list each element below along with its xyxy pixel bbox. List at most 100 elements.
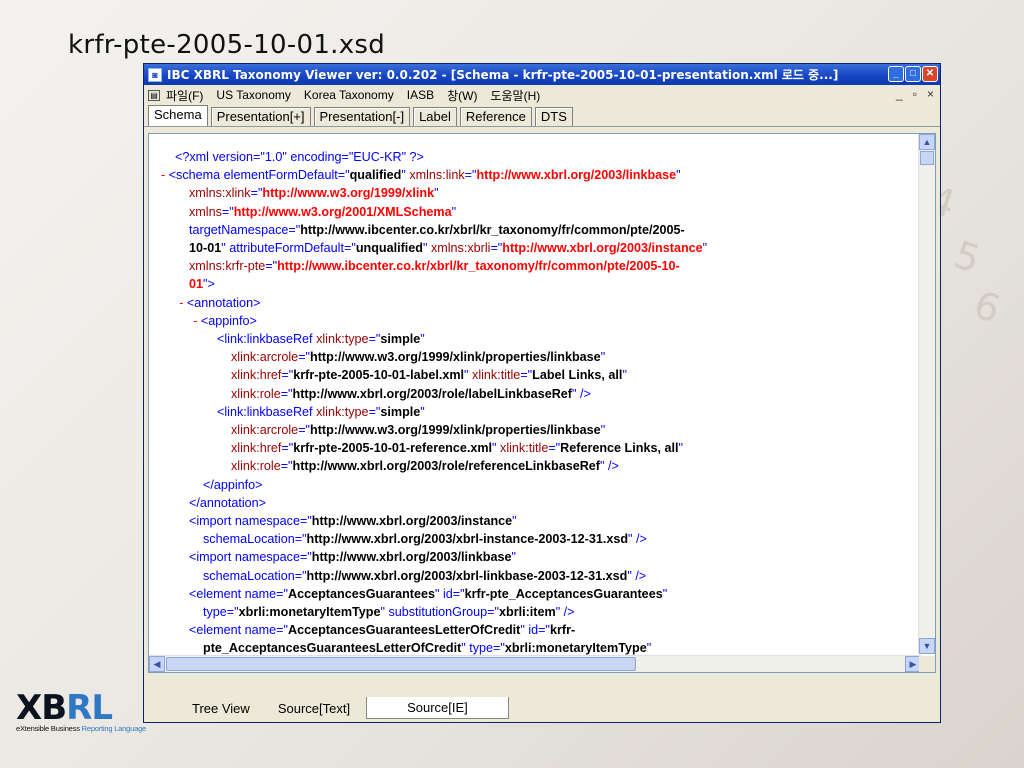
xml-line: <import namespace="http://www.xbrl.org/2… <box>161 512 891 530</box>
document-icon[interactable]: ▤ <box>148 89 160 101</box>
xml-source-view[interactable]: <?xml version="1.0" encoding="EUC-KR" ?>… <box>148 133 936 673</box>
xml-line: - <annotation> <box>161 294 891 312</box>
scroll-left-button[interactable]: ◀ <box>149 656 165 672</box>
menu-window[interactable]: 창(W) <box>447 87 477 104</box>
tab-presentation-plus[interactable]: Presentation[+] <box>210 107 311 126</box>
title-bar[interactable]: ◙ IBC XBRL Taxonomy Viewer ver: 0.0.202 … <box>144 64 940 85</box>
maximize-button[interactable]: □ <box>905 66 921 82</box>
xml-token: AcceptancesGuaranteesLetterOfCredit <box>288 623 521 638</box>
tab-tree-view[interactable]: Tree View <box>148 699 262 718</box>
xml-token: " <box>512 514 517 529</box>
xml-token: schemaLocation=" <box>203 532 307 547</box>
xml-token: krfr-pte-2005-10-01-label.xml <box>293 368 465 383</box>
xml-line: schemaLocation="http://www.xbrl.org/2003… <box>161 567 891 585</box>
menu-help[interactable]: 도움말(H) <box>490 87 540 104</box>
xml-line: type="xbrli:monetaryItemType" substituti… <box>161 603 891 621</box>
mdi-close-button[interactable]: × <box>927 87 934 101</box>
xml-line: xmlns="http://www.w3.org/2001/XMLSchema" <box>161 203 891 221</box>
window-title: IBC XBRL Taxonomy Viewer ver: 0.0.202 - … <box>167 68 839 82</box>
minimize-button[interactable]: _ <box>888 66 904 82</box>
xml-token: <import namespace=" <box>189 514 312 529</box>
xml-token: xlink:title <box>472 368 521 383</box>
xml-line: <element name="AcceptancesGuarantees" id… <box>161 585 891 603</box>
xml-token: Label Links, all <box>532 368 623 383</box>
xml-line: xlink:role="http://www.xbrl.org/2003/rol… <box>161 457 891 475</box>
menu-iasb[interactable]: IASB <box>407 88 434 102</box>
xml-token: " /> <box>600 459 619 474</box>
xml-token: xmlns:link <box>409 168 465 183</box>
xml-token: http://www.ibcenter.co.kr/xbrl/kr_taxono… <box>300 222 685 237</box>
xml-token: " id=" <box>520 623 550 638</box>
xml-token: xmlns:xbrli <box>430 241 491 256</box>
app-window: ◙ IBC XBRL Taxonomy Viewer ver: 0.0.202 … <box>143 63 941 723</box>
xml-token: " /> <box>627 568 647 583</box>
xml-line: xlink:arcrole="http://www.w3.org/1999/xl… <box>161 421 891 439</box>
xml-token: http://www.w3.org/1999/xlink/properties/… <box>310 423 601 438</box>
xml-token: " type=" <box>461 641 505 656</box>
mdi-restore-button[interactable]: ▫ <box>913 87 917 101</box>
xml-token: xbrli:monetaryItemType <box>238 605 381 620</box>
horizontal-scrollbar[interactable]: ◀ ▶ <box>149 655 921 672</box>
xml-token: " <box>451 204 457 219</box>
xml-token[interactable]: - <box>179 296 187 310</box>
xml-token: =" <box>464 168 477 183</box>
xml-line: </annotation> <box>161 494 891 512</box>
tab-source-text[interactable]: Source[Text] <box>266 699 362 718</box>
xml-token: http://www.xbrl.org/2003/xbrl-linkbase-2… <box>306 568 628 583</box>
xml-line: targetNamespace="http://www.ibcenter.co.… <box>161 221 891 239</box>
xml-text: <?xml version="1.0" encoding="EUC-KR" ?>… <box>161 148 891 658</box>
xml-token: " <box>600 350 606 365</box>
background-digit: 6 <box>968 282 1006 332</box>
xml-token: " <box>420 332 425 347</box>
xml-token: xlink:title <box>500 441 549 456</box>
xml-token: xlink:role <box>231 386 281 401</box>
xml-token: " <box>702 241 708 256</box>
xml-token: " <box>662 586 668 601</box>
menu-file[interactable]: 파일(F) <box>166 87 203 104</box>
tab-label[interactable]: Label <box>413 107 457 126</box>
vertical-scrollbar[interactable]: ▲ ▼ <box>918 134 935 654</box>
menu-bar: ▤ 파일(F) US Taxonomy Korea Taxonomy IASB … <box>144 85 940 105</box>
scroll-corner <box>919 656 935 672</box>
scroll-up-button[interactable]: ▲ <box>919 134 935 150</box>
tab-reference[interactable]: Reference <box>459 107 532 126</box>
xml-token: " /> <box>555 605 575 620</box>
xml-token: xlink:type <box>316 404 369 419</box>
horizontal-scroll-thumb[interactable] <box>166 657 636 671</box>
background-digit: 5 <box>948 232 986 282</box>
xml-token: =" <box>281 441 294 456</box>
tab-schema[interactable]: Schema <box>148 105 208 126</box>
xml-line: xlink:href="krfr-pte-2005-10-01-label.xm… <box>161 366 891 384</box>
xml-token: "> <box>203 277 215 292</box>
xml-token: type=" <box>203 605 239 620</box>
xml-token[interactable]: - <box>161 168 169 182</box>
xml-token: <schema elementFormDefault=" <box>168 168 350 183</box>
xml-line: </appinfo> <box>161 476 891 494</box>
tab-presentation-minus[interactable]: Presentation[-] <box>313 107 411 126</box>
tab-dts[interactable]: DTS <box>534 107 573 126</box>
xml-token: =" <box>368 404 381 419</box>
slide-title: krfr-pte-2005-10-01.xsd <box>68 30 386 60</box>
xml-token: xlink:href <box>231 441 282 456</box>
xml-token: Reference Links, all <box>560 441 679 456</box>
xml-token: http://www.w3.org/1999/xlink <box>262 186 435 201</box>
scroll-down-button[interactable]: ▼ <box>919 638 935 654</box>
xml-token: xmlns:xlink <box>189 186 251 201</box>
xml-token: http://www.xbrl.org/2003/role/referenceL… <box>292 459 601 474</box>
app-icon: ◙ <box>148 67 162 82</box>
menu-korea-taxonomy[interactable]: Korea Taxonomy <box>304 88 394 102</box>
xml-token: " attributeFormDefault=" <box>221 241 356 256</box>
vertical-scroll-thumb[interactable] <box>920 151 934 165</box>
xml-token: <annotation> <box>186 295 261 310</box>
xml-token[interactable]: - <box>193 314 201 328</box>
close-button[interactable]: ✕ <box>922 66 938 82</box>
xml-token: pte_AcceptancesGuaranteesLetterOfCredit <box>203 641 462 656</box>
xml-line: <?xml version="1.0" encoding="EUC-KR" ?> <box>161 148 891 166</box>
mdi-minimize-button[interactable]: _ <box>896 87 903 101</box>
xml-token: http://www.xbrl.org/2003/xbrl-instance-2… <box>306 532 629 547</box>
tab-source-ie[interactable]: Source[IE] <box>366 697 509 719</box>
xml-token: http://www.w3.org/2001/XMLSchema <box>233 204 452 219</box>
xml-token: " <box>676 168 681 183</box>
xml-token: xbrli:item <box>499 605 556 620</box>
menu-us-taxonomy[interactable]: US Taxonomy <box>216 88 290 102</box>
